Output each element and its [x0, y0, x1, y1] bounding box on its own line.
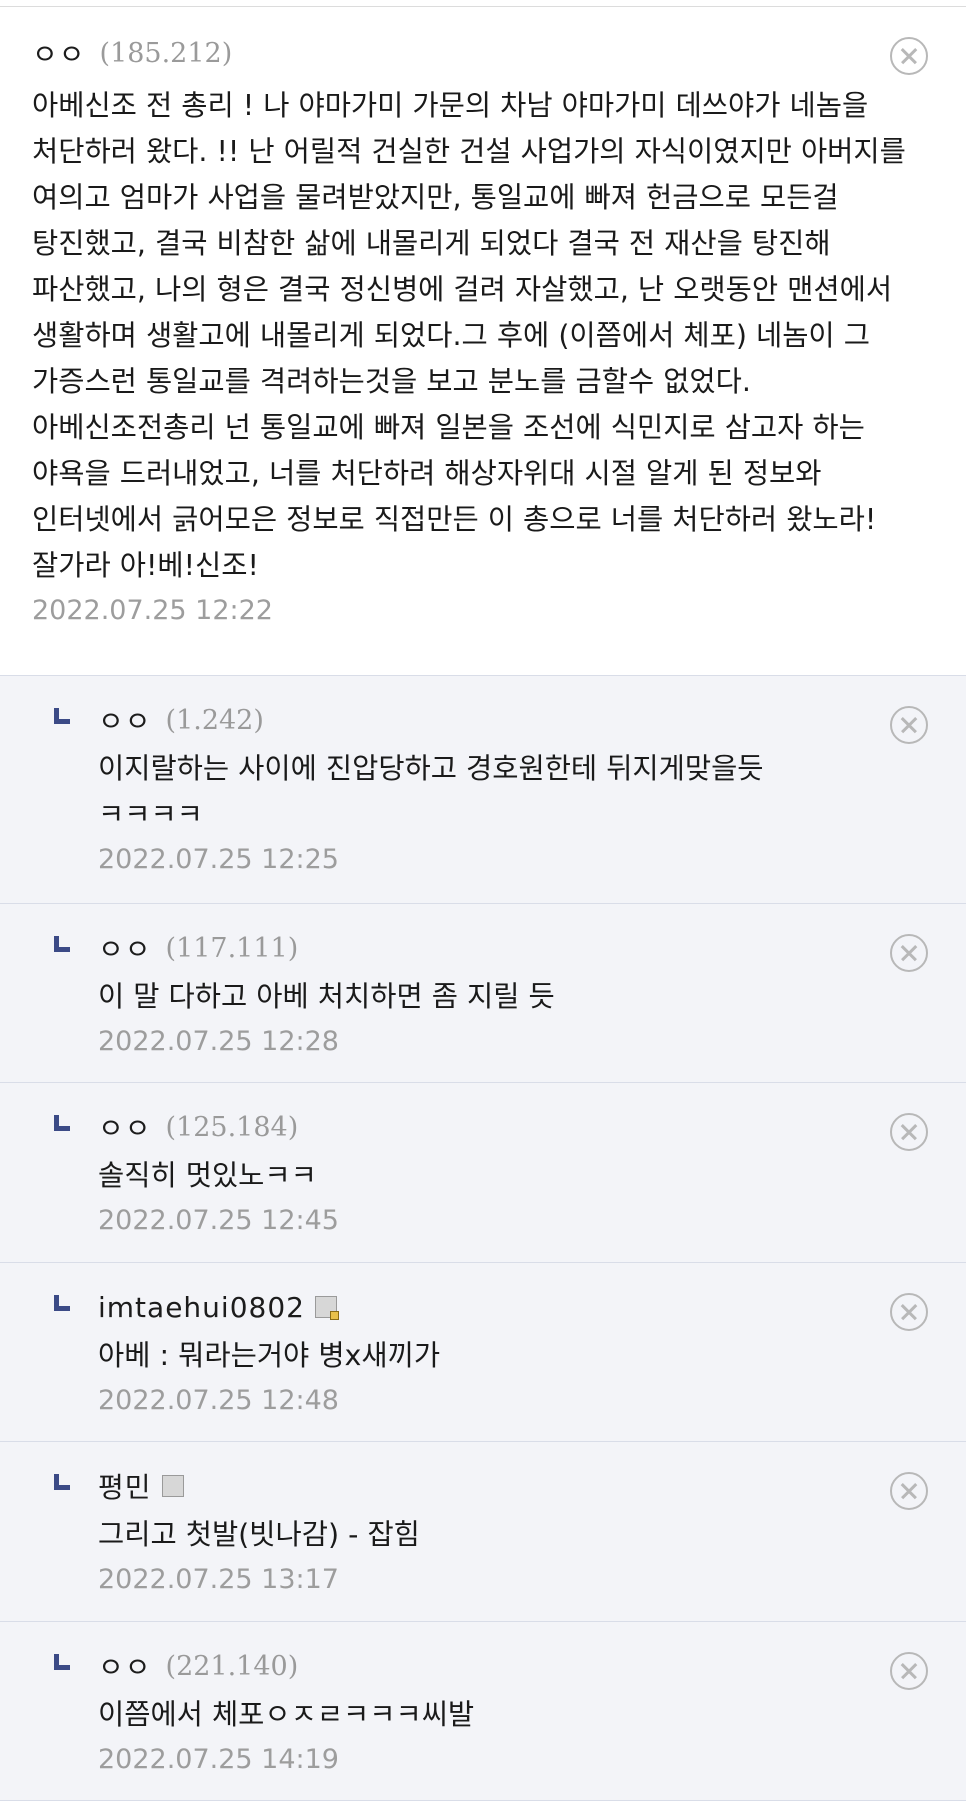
reply-date: 2022.07.25 13:17	[98, 1564, 339, 1595]
reply-ip: (125.184)	[165, 1111, 299, 1143]
reply-text: 이지랄하는 사이에 진압당하고 경호원한테 뒤지게맞을듯 ㅋㅋㅋㅋ	[98, 752, 764, 831]
reply-arrow-icon	[54, 1295, 70, 1311]
reply-header: ㅇㅇ (1.242)	[98, 698, 934, 742]
delete-comment-icon[interactable]	[890, 37, 928, 75]
comment-ip: (185.212)	[99, 37, 233, 69]
reply-arrow-icon	[54, 1115, 70, 1131]
reply-nickname[interactable]: 평민	[98, 1466, 152, 1506]
delete-reply-icon[interactable]	[890, 934, 928, 972]
reply-nickname[interactable]: ㅇㅇ	[98, 1646, 152, 1686]
reply-header: imtaehui0802	[98, 1285, 934, 1329]
delete-reply-icon[interactable]	[890, 1293, 928, 1331]
reply-nickname[interactable]: ㅇㅇ	[98, 928, 152, 968]
reply-text: 아베 : 뭐라는거야 병x새끼가	[98, 1339, 441, 1372]
reply-arrow-icon	[54, 708, 70, 724]
delete-reply-icon[interactable]	[890, 1113, 928, 1151]
reply-item: 평민 그리고 첫발(빗나감) - 잡힘 2022.07.25 13:17	[0, 1442, 966, 1622]
reply-nickname[interactable]: ㅇㅇ	[98, 700, 152, 740]
reply-nickname[interactable]: ㅇㅇ	[98, 1107, 152, 1147]
reply-item: ㅇㅇ (125.184) 솔직히 멋있노ㅋㅋ 2022.07.25 12:45	[0, 1083, 966, 1263]
reply-date: 2022.07.25 12:48	[98, 1385, 339, 1416]
reply-header: ㅇㅇ (117.111)	[98, 926, 934, 970]
comment-nickname[interactable]: ㅇㅇ	[32, 33, 86, 73]
reply-text: 이 말 다하고 아베 처치하면 좀 지릴 듯	[98, 980, 555, 1013]
reply-item: ㅇㅇ (221.140) 이쯤에서 체포ㅇㅈㄹㅋㅋㅋ씨발 2022.07.25 …	[0, 1622, 966, 1801]
comment-header: ㅇㅇ (185.212)	[32, 31, 934, 75]
reply-date: 2022.07.25 12:28	[98, 1026, 339, 1057]
reply-header: ㅇㅇ (125.184)	[98, 1105, 934, 1149]
comment-date: 2022.07.25 12:22	[32, 595, 273, 626]
half-fixed-member-icon[interactable]	[161, 1475, 184, 1497]
reply-date: 2022.07.25 12:45	[98, 1205, 339, 1236]
fixed-member-icon[interactable]	[314, 1296, 339, 1320]
reply-header: ㅇㅇ (221.140)	[98, 1644, 934, 1688]
reply-arrow-icon	[54, 936, 70, 952]
reply-item: imtaehui0802 아베 : 뭐라는거야 병x새끼가 2022.07.25…	[0, 1263, 966, 1442]
reply-nickname[interactable]: imtaehui0802	[98, 1291, 305, 1324]
reply-ip: (221.140)	[165, 1650, 299, 1682]
delete-reply-icon[interactable]	[890, 706, 928, 744]
delete-reply-icon[interactable]	[890, 1652, 928, 1690]
reply-header: 평민	[98, 1464, 934, 1508]
reply-arrow-icon	[54, 1654, 70, 1670]
reply-text: 그리고 첫발(빗나감) - 잡힘	[98, 1518, 420, 1551]
reply-ip: (117.111)	[165, 932, 299, 964]
reply-text: 솔직히 멋있노ㅋㅋ	[98, 1159, 317, 1192]
reply-ip: (1.242)	[165, 704, 264, 736]
reply-item: ㅇㅇ (1.242) 이지랄하는 사이에 진압당하고 경호원한테 뒤지게맞을듯 …	[0, 676, 966, 904]
comment-item: ㅇㅇ (185.212) 아베신조 전 총리 ! 나 야마가미 가문의 차남 야…	[0, 7, 966, 676]
reply-text: 이쯤에서 체포ㅇㅈㄹㅋㅋㅋ씨발	[98, 1698, 475, 1731]
reply-date: 2022.07.25 12:25	[98, 844, 339, 875]
comment-text: 아베신조 전 총리 ! 나 야마가미 가문의 차남 야마가미 데쓰야가 네놈을 …	[32, 89, 906, 582]
top-divider	[0, 0, 966, 7]
delete-reply-icon[interactable]	[890, 1472, 928, 1510]
reply-date: 2022.07.25 14:19	[98, 1744, 339, 1775]
reply-arrow-icon	[54, 1474, 70, 1490]
reply-item: ㅇㅇ (117.111) 이 말 다하고 아베 처치하면 좀 지릴 듯 2022…	[0, 904, 966, 1083]
